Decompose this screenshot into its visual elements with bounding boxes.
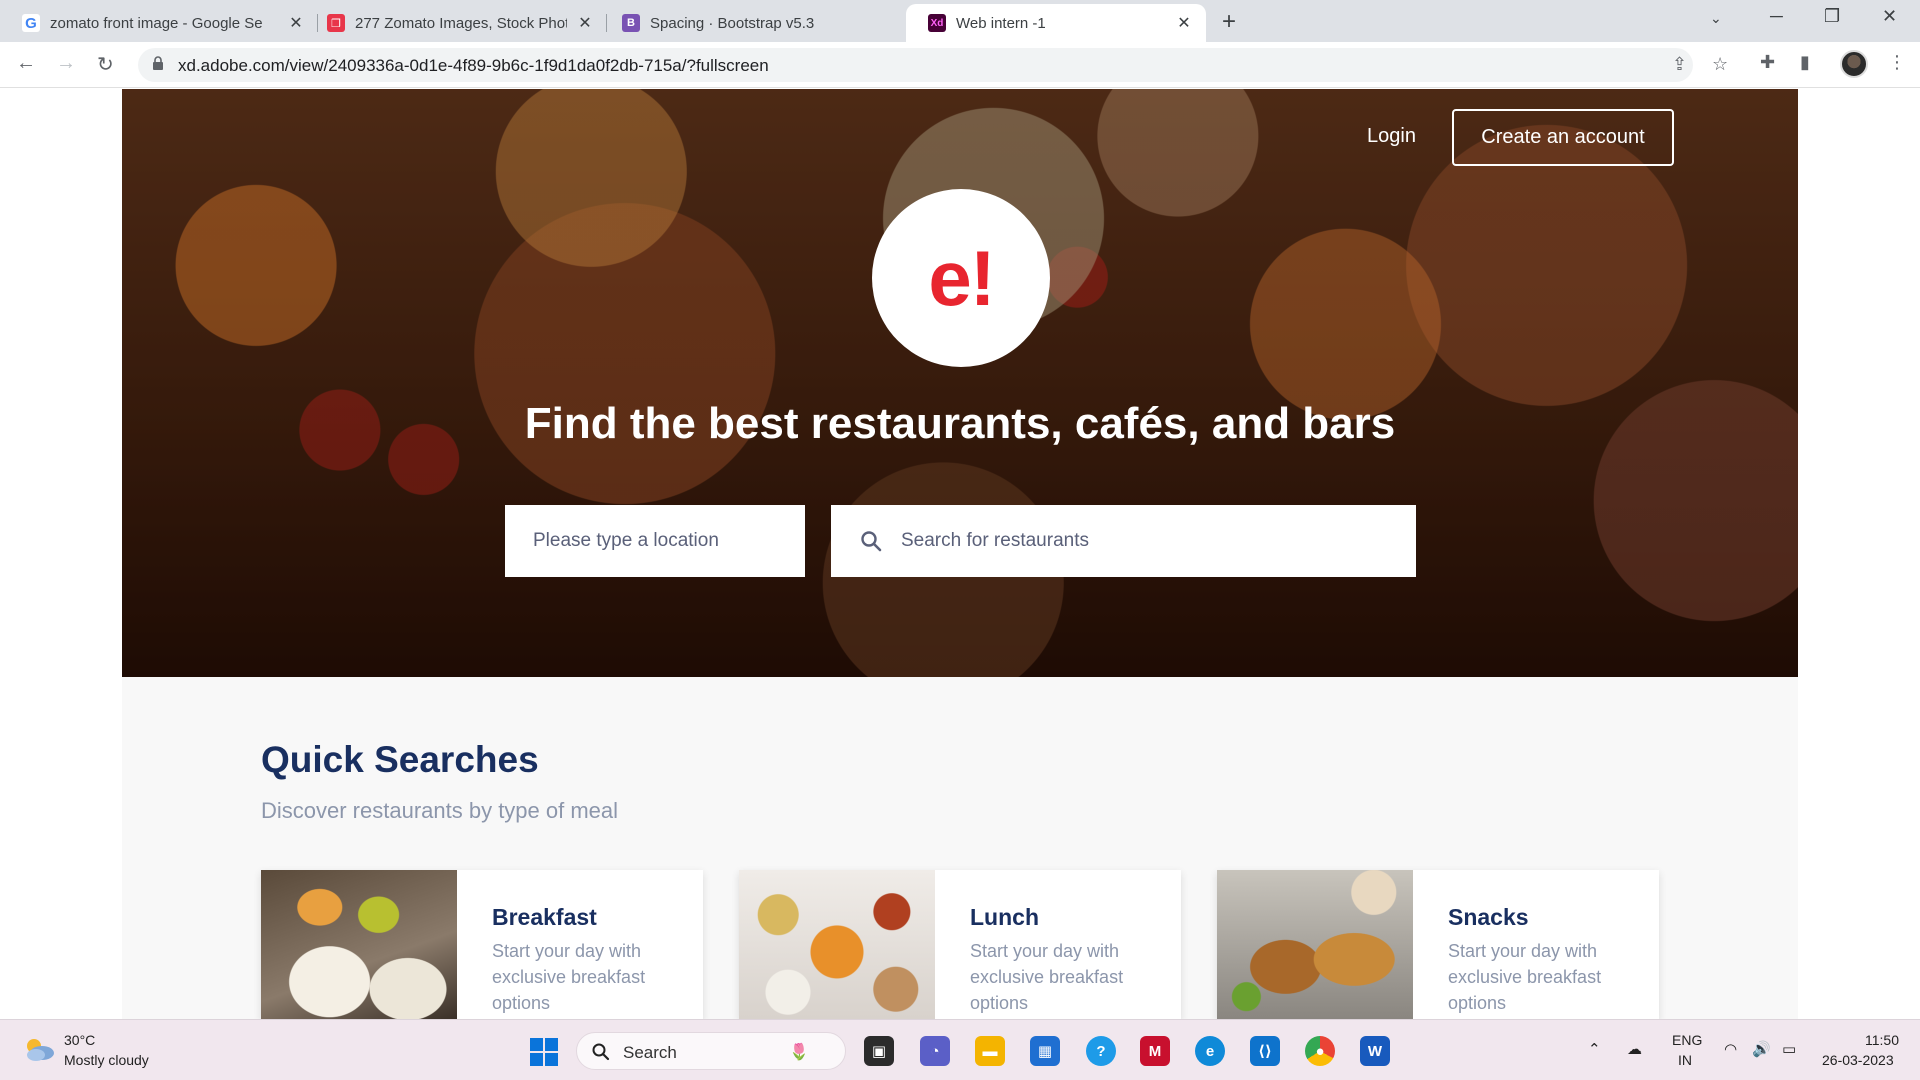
quick-searches-section: Quick Searches Discover restaurants by t… xyxy=(122,677,1798,1019)
taskbar-search[interactable]: Search 🌷 xyxy=(576,1032,846,1070)
battery-icon[interactable]: ▭ xyxy=(1782,1040,1796,1058)
browser-tab-bar: G zomato front image - Google Se ✕ ❒ 277… xyxy=(0,0,1920,42)
extensions-puzzle-icon[interactable]: ✚ xyxy=(1760,52,1775,73)
wifi-icon[interactable]: ◠ xyxy=(1724,1040,1737,1058)
create-account-button[interactable]: Create an account xyxy=(1452,109,1674,166)
tab-web-intern[interactable]: Xd Web intern -1 ✕ xyxy=(906,4,1206,42)
windows-start-icon[interactable] xyxy=(530,1038,558,1066)
card-title: Lunch xyxy=(970,904,1039,930)
reload-icon[interactable]: ↻ xyxy=(97,52,114,77)
microsoft-store-icon[interactable]: ▦ xyxy=(1030,1036,1060,1066)
language-indicator[interactable]: ENG xyxy=(1672,1032,1702,1048)
close-window-button[interactable]: ✕ xyxy=(1882,6,1897,27)
share-icon[interactable]: ⇪ xyxy=(1672,54,1687,75)
tab-zomato-images[interactable]: ❒ 277 Zomato Images, Stock Photo ✕ xyxy=(305,4,607,42)
back-arrow-icon[interactable]: ← xyxy=(16,52,36,75)
close-tab-icon[interactable]: ✕ xyxy=(1174,13,1194,33)
edge-browser-icon[interactable]: e xyxy=(1195,1036,1225,1066)
page-viewport: Login Create an account e! Find the best… xyxy=(0,89,1920,1019)
word-icon[interactable]: W xyxy=(1360,1036,1390,1066)
mcafee-icon[interactable]: M xyxy=(1140,1036,1170,1066)
section-title: Quick Searches xyxy=(261,739,539,780)
lunch-image xyxy=(739,870,935,1019)
card-description: Start your day with exclusive breakfast … xyxy=(970,941,1124,1013)
location-input[interactable] xyxy=(505,505,805,577)
chat-icon[interactable]: ◔ xyxy=(920,1036,950,1066)
bookmark-star-icon[interactable]: ☆ xyxy=(1712,54,1728,75)
lock-icon xyxy=(153,56,163,70)
section-subtitle: Discover restaurants by type of meal xyxy=(261,798,619,823)
volume-icon[interactable]: 🔊 xyxy=(1752,1040,1771,1058)
vscode-icon[interactable]: ⟨⟩ xyxy=(1250,1036,1280,1066)
url-text: xd.adobe.com/view/2409336a-0d1e-4f89-9b6… xyxy=(178,56,769,75)
clock-time[interactable]: 11:50 xyxy=(1865,1032,1899,1048)
minimize-button[interactable]: ─ xyxy=(1770,6,1783,27)
logo: e! xyxy=(872,189,1050,367)
onedrive-icon[interactable]: ☁ xyxy=(1627,1040,1642,1058)
weather-temperature: 30°C xyxy=(64,1032,96,1048)
snacks-image xyxy=(1217,870,1413,1019)
weather-cloud-icon[interactable] xyxy=(22,1036,56,1062)
restaurant-search-input[interactable] xyxy=(901,505,1401,577)
address-bar[interactable]: xd.adobe.com/view/2409336a-0d1e-4f89-9b6… xyxy=(138,48,1728,82)
bootstrap-icon: B xyxy=(622,14,640,32)
profile-avatar[interactable] xyxy=(1840,50,1868,78)
new-tab-button[interactable]: + xyxy=(1222,8,1236,36)
search-icon xyxy=(861,531,882,552)
search-highlight-icon: 🌷 xyxy=(789,1044,809,1061)
meal-card-breakfast[interactable]: Breakfast Start your day with exclusive … xyxy=(261,870,703,1019)
search-icon xyxy=(592,1043,610,1061)
card-title: Snacks xyxy=(1448,904,1529,930)
chrome-icon[interactable]: ● xyxy=(1305,1036,1335,1066)
hero-banner: Login Create an account e! Find the best… xyxy=(122,89,1798,677)
file-explorer-icon[interactable]: ▬ xyxy=(975,1036,1005,1066)
weather-description: Mostly cloudy xyxy=(64,1052,149,1068)
card-description: Start your day with exclusive breakfast … xyxy=(1448,941,1602,1013)
photos-icon: ❒ xyxy=(327,14,345,32)
show-hidden-icons-chevron-icon[interactable]: ⌃ xyxy=(1588,1040,1601,1058)
card-description: Start your day with exclusive breakfast … xyxy=(492,941,646,1013)
tab-google-search[interactable]: G zomato front image - Google Se ✕ xyxy=(0,4,318,42)
region-indicator[interactable]: IN xyxy=(1678,1052,1692,1068)
close-tab-icon[interactable]: ✕ xyxy=(286,13,306,33)
side-panel-icon[interactable]: ▮ xyxy=(1800,52,1810,73)
meal-card-snacks[interactable]: Snacks Start your day with exclusive bre… xyxy=(1217,870,1659,1019)
browser-toolbar: ← → ↻ xd.adobe.com/view/2409336a-0d1e-4f… xyxy=(0,42,1920,88)
restaurant-search-box[interactable] xyxy=(831,505,1416,577)
tab-search-chevron-icon[interactable]: ⌄ xyxy=(1710,10,1722,27)
logo-text: e! xyxy=(928,233,995,322)
login-link[interactable]: Login xyxy=(1367,125,1416,148)
google-icon: G xyxy=(22,14,40,32)
close-tab-icon[interactable]: ✕ xyxy=(575,13,595,33)
forward-arrow-icon[interactable]: → xyxy=(56,52,76,75)
windows-taskbar: 30°C Mostly cloudy Search 🌷 ▣ ◔ ▬ ▦ ? M … xyxy=(0,1019,1920,1080)
hero-title: Find the best restaurants, cafés, and ba… xyxy=(524,399,1396,448)
meal-card-lunch[interactable]: Lunch Start your day with exclusive brea… xyxy=(739,870,1181,1019)
breakfast-image xyxy=(261,870,457,1019)
restore-button[interactable]: ❐ xyxy=(1824,6,1840,27)
help-icon[interactable]: ? xyxy=(1086,1036,1116,1066)
menu-kebab-icon[interactable]: ⋮ xyxy=(1888,52,1906,73)
clock-date[interactable]: 26-03-2023 xyxy=(1822,1052,1894,1068)
taskbar-search-label: Search xyxy=(623,1043,677,1062)
tab-bootstrap-spacing[interactable]: B Spacing · Bootstrap v5.3 xyxy=(600,4,906,42)
adobe-xd-icon: Xd xyxy=(928,14,946,32)
task-view-icon[interactable]: ▣ xyxy=(864,1036,894,1066)
card-title: Breakfast xyxy=(492,904,597,930)
